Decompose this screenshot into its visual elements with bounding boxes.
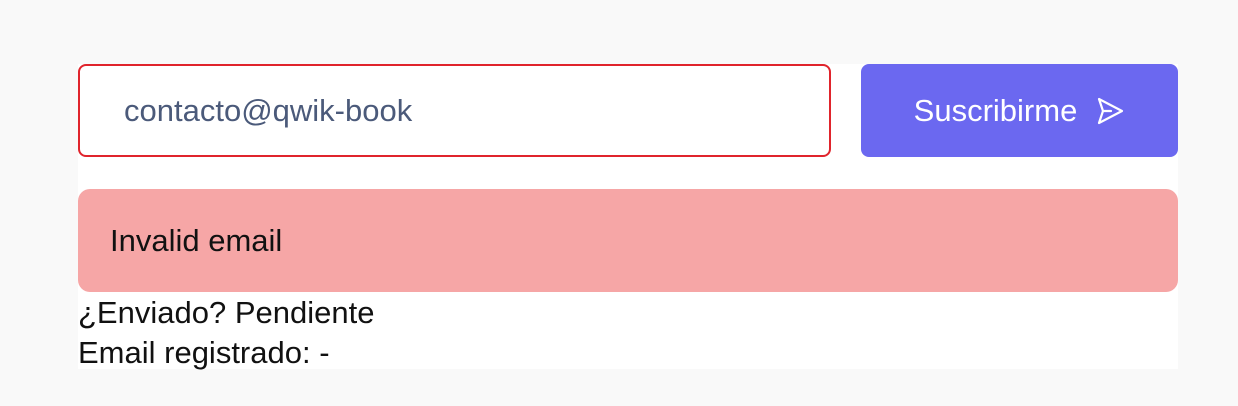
registered-email-label: Email registrado: xyxy=(78,335,311,370)
sent-status-label: ¿Enviado? xyxy=(78,295,227,330)
subscribe-card: Suscribirme Invalid email ¿Enviado? Pend… xyxy=(78,64,1178,370)
registered-email-line: Email registrado: - xyxy=(78,333,1178,373)
subscription-status: ¿Enviado? Pendiente Email registrado: - xyxy=(78,293,1178,373)
error-message: Invalid email xyxy=(78,189,1178,292)
send-icon xyxy=(1095,96,1125,126)
error-message-text: Invalid email xyxy=(110,222,283,258)
subscribe-form: Suscribirme xyxy=(78,64,1178,157)
subscribe-button-label: Suscribirme xyxy=(913,92,1078,128)
sent-status-value: Pendiente xyxy=(234,295,375,330)
sent-status-line: ¿Enviado? Pendiente xyxy=(78,293,1178,333)
registered-email-value: - xyxy=(319,335,330,370)
email-input[interactable] xyxy=(78,64,831,157)
subscribe-button[interactable]: Suscribirme xyxy=(861,64,1178,157)
